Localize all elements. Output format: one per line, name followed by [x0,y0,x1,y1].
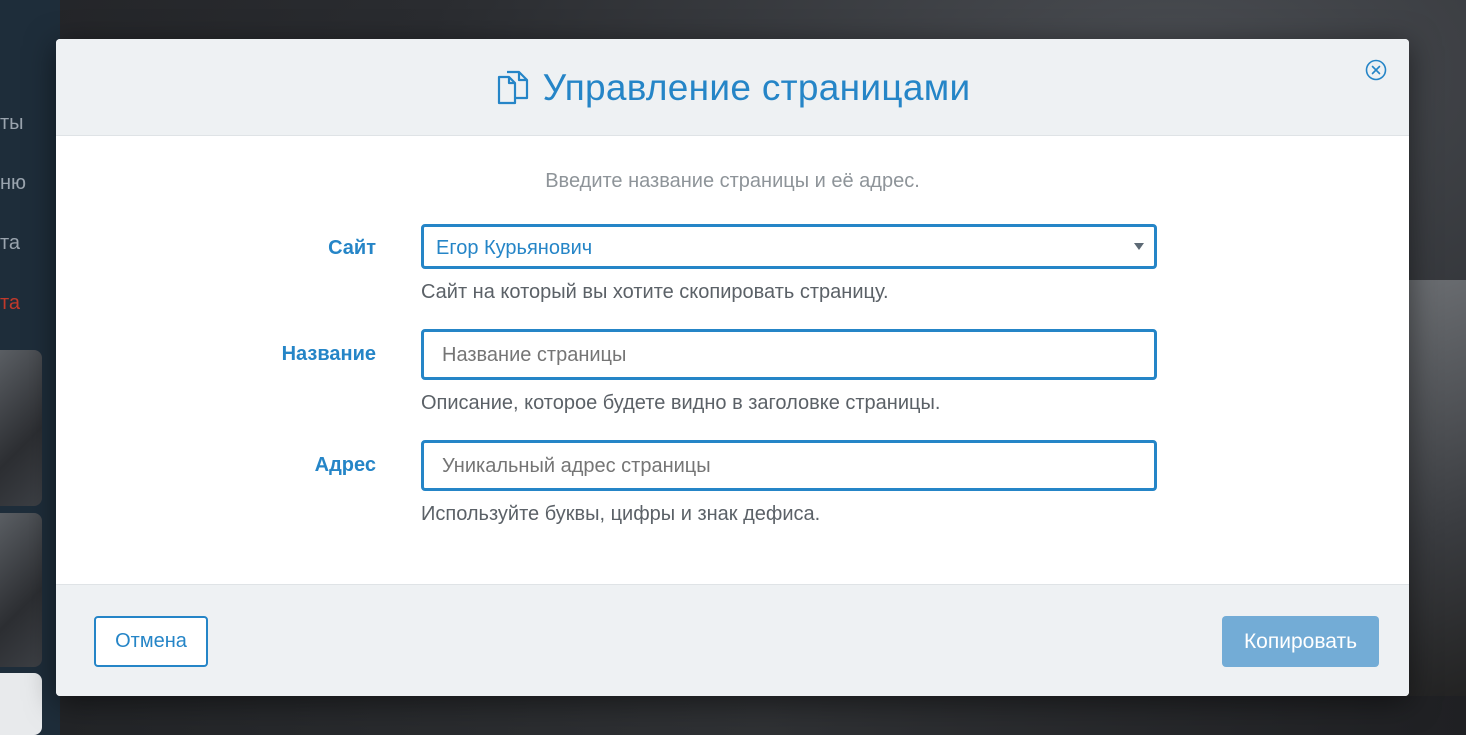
background-thumbnail [0,350,42,506]
address-field-box [421,440,1157,491]
background-nav-item: та [0,232,21,254]
background-nav-item: ню [0,172,27,194]
address-help-text: Используйте буквы, цифры и знак дефиса. [421,503,821,525]
address-label: Адрес [314,454,376,476]
background-photo-edge [1400,280,1466,700]
page-management-dialog: Управление страницами Введите название с… [56,39,1409,696]
dialog-intro-text: Введите название страницы и её адрес. [545,170,920,192]
site-select-value: Егор Курьянович [436,237,593,259]
background-thumbnail [0,513,42,667]
pages-copy-icon [495,69,533,107]
address-input[interactable] [442,455,1122,478]
cancel-button[interactable]: Отмена [94,616,208,667]
close-circle-icon [1365,59,1387,86]
name-field-box [421,329,1157,380]
dialog-title: Управление страницами [542,66,971,108]
dialog-footer: Отмена Копировать [56,584,1409,696]
dialog-body: Введите название страницы и её адрес. Са… [56,136,1409,584]
chevron-down-icon [1134,243,1144,250]
site-label: Сайт [328,237,376,259]
name-help-text: Описание, которое будете видно в заголов… [421,392,941,414]
background-nav-item: ты [0,112,24,134]
background-thumbnail [0,673,42,735]
dialog-header: Управление страницами [56,39,1409,136]
name-label: Название [281,343,376,365]
dialog-title-wrap: Управление страницами [495,67,971,109]
site-select[interactable]: Егор Курьянович [421,224,1157,269]
close-button[interactable] [1365,59,1387,86]
background-bottom [60,696,1466,735]
copy-button[interactable]: Копировать [1222,616,1379,667]
site-help-text: Сайт на который вы хотите скопировать ст… [421,281,889,303]
background-nav-item-active: та [0,292,21,314]
name-input[interactable] [442,344,1122,367]
